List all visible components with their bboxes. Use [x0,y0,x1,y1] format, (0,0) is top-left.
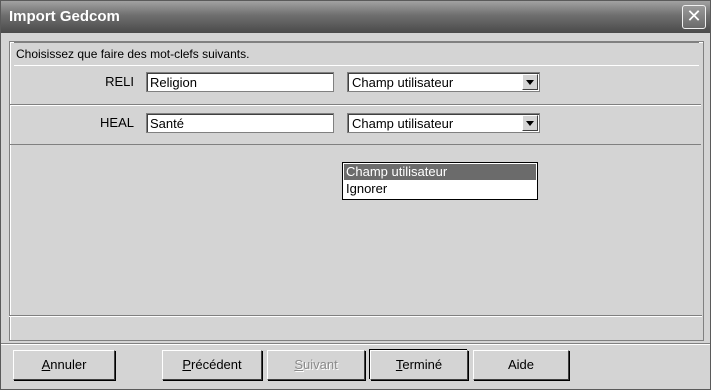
combo-value: Champ utilisateur [352,75,454,90]
help-button[interactable]: Aide [473,350,569,380]
cancel-button[interactable]: Annuler [13,350,115,380]
action-combo-heal[interactable]: Champ utilisateur [347,113,540,133]
combo-value: Champ utilisateur [352,116,454,131]
keyword-row-heal: HEAL Santé Champ utilisateur [10,105,701,145]
keyword-value-field[interactable]: Religion [146,72,334,92]
keyword-value-field[interactable]: Santé [146,113,334,133]
chevron-down-icon [526,121,534,126]
status-bar [9,315,702,334]
dropdown-option-ignore[interactable]: Ignorer [344,181,536,197]
finish-button[interactable]: Terminé [370,350,468,380]
previous-button[interactable]: Précédent [162,350,262,380]
button-separator [1,343,710,345]
combo-dropdown-list[interactable]: Champ utilisateur Ignorer [342,162,538,200]
dropdown-option-user-field[interactable]: Champ utilisateur [344,164,536,180]
window-title: Import Gedcom [9,8,120,25]
title-bar[interactable]: Import Gedcom ✕ [1,1,710,33]
instruction-text: Choisissez que faire des mot-clefs suiva… [14,42,699,66]
keyword-tag: RELI [105,74,134,89]
keyword-tag: HEAL [100,115,134,130]
combo-dropdown-button[interactable] [522,74,538,90]
combo-dropdown-button[interactable] [522,115,538,131]
chevron-down-icon [526,80,534,85]
action-combo-reli[interactable]: Champ utilisateur [347,72,540,92]
keyword-row-reli: RELI Religion Champ utilisateur [10,66,701,105]
close-icon: ✕ [686,6,702,26]
close-button[interactable]: ✕ [682,5,706,29]
next-button[interactable]: Suivant [267,350,365,380]
import-gedcom-dialog: Import Gedcom ✕ Choisissez que faire des… [0,0,711,390]
